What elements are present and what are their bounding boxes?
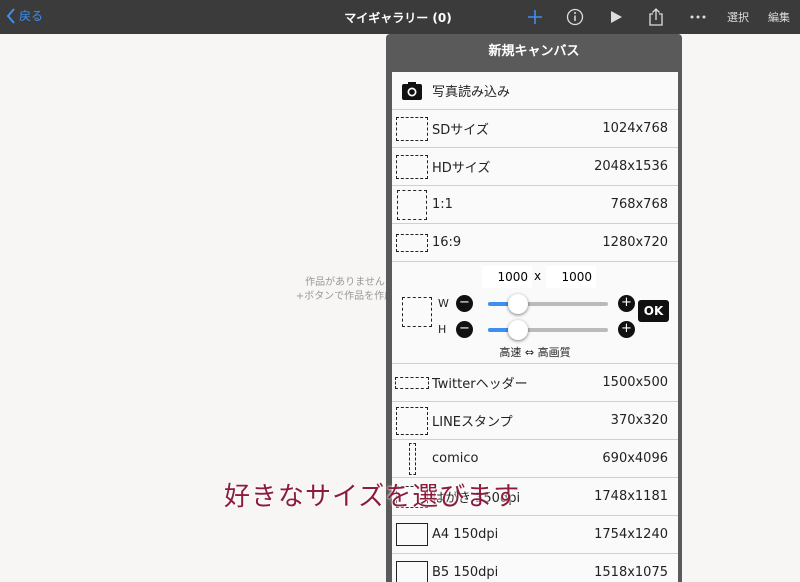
- page-title: マイギャラリー (0): [344, 11, 452, 25]
- height-decrease-button[interactable]: −: [456, 321, 473, 338]
- preset-size: 768x768: [610, 197, 668, 212]
- minus-icon: −: [459, 321, 470, 336]
- select-button[interactable]: 選択: [727, 9, 749, 25]
- preset-size: 370x320: [610, 413, 668, 428]
- preset-row-16-9[interactable]: 16:9 1280x720: [392, 224, 678, 262]
- preset-row-sd[interactable]: SDサイズ 1024x768: [392, 110, 678, 148]
- height-increase-button[interactable]: +: [618, 321, 635, 338]
- canvas-ratio-icon: [397, 189, 427, 220]
- back-button[interactable]: 戻る: [6, 7, 43, 24]
- width-value-field[interactable]: 1000: [482, 266, 532, 288]
- play-icon: [611, 11, 622, 23]
- canvas-ratio-icon: [396, 116, 428, 141]
- preset-size: 1280x720: [602, 235, 668, 250]
- import-photo-row[interactable]: 写真読み込み: [392, 72, 678, 110]
- empty-message-line1: 作品がありません: [305, 277, 385, 288]
- plus-icon: [528, 10, 542, 24]
- size-separator: x: [534, 269, 542, 283]
- more-dots-icon: [690, 15, 706, 19]
- instruction-caption: 好きなサイズを選びます: [224, 482, 521, 512]
- preset-row-hd[interactable]: HDサイズ 2048x1536: [392, 148, 678, 186]
- back-label: 戻る: [19, 9, 44, 23]
- height-slider-knob[interactable]: [508, 320, 528, 340]
- minus-icon: −: [459, 295, 470, 310]
- nav-bar: 戻る マイギャラリー (0) 選択 編集: [0, 0, 800, 34]
- canvas-ratio-icon: [396, 233, 428, 252]
- quality-note: 高速 ⇔ 高画質: [499, 346, 571, 359]
- height-slider[interactable]: [488, 328, 608, 332]
- canvas-ratio-icon: [396, 561, 428, 582]
- canvas-ratio-icon: [396, 523, 428, 546]
- canvas-ratio-icon: [395, 376, 429, 389]
- preset-size: 2048x1536: [594, 159, 668, 174]
- preset-row-line[interactable]: LINEスタンプ 370x320: [392, 402, 678, 440]
- preset-size: 690x4096: [602, 451, 668, 466]
- share-icon: [649, 8, 663, 26]
- canvas-ratio-icon: [408, 442, 416, 475]
- empty-gallery-message: 作品がありません +ボタンで作品を作成: [290, 276, 400, 304]
- preset-row-square[interactable]: 1:1 768x768: [392, 186, 678, 224]
- camera-icon: [402, 81, 422, 100]
- plus-icon: +: [621, 295, 632, 310]
- preset-size: 1748x1181: [594, 489, 668, 504]
- ok-button[interactable]: OK: [638, 300, 669, 322]
- empty-message-line2: +ボタンで作品を作成: [295, 291, 395, 302]
- preset-row-a4[interactable]: A4 150dpi 1754x1240: [392, 516, 678, 554]
- add-button[interactable]: [525, 7, 545, 27]
- plus-icon: +: [621, 321, 632, 336]
- preset-size: 1518x1075: [594, 565, 668, 580]
- height-label: H: [438, 323, 447, 336]
- preset-row-b5[interactable]: B5 150dpi 1518x1075: [392, 554, 678, 582]
- width-slider[interactable]: [488, 302, 608, 306]
- preset-size: 1500x500: [602, 375, 668, 390]
- preset-row-twitter[interactable]: Twitterヘッダー 1500x500: [392, 364, 678, 402]
- canvas-ratio-icon: [396, 406, 428, 435]
- width-label: W: [438, 297, 449, 310]
- chevron-left-icon: [6, 7, 15, 24]
- popover-title: 新規キャンバス: [488, 44, 580, 59]
- custom-size-row: 1000 x 1000 W − + H − + 高速 ⇔ 高画質: [392, 262, 678, 364]
- width-slider-knob[interactable]: [508, 294, 528, 314]
- preset-size: 1754x1240: [594, 527, 668, 542]
- info-icon: [566, 8, 584, 26]
- more-button[interactable]: [688, 7, 708, 27]
- info-button[interactable]: [565, 7, 585, 27]
- import-photo-label: 写真読み込み: [432, 85, 511, 100]
- preset-size: 1024x768: [602, 121, 668, 136]
- width-decrease-button[interactable]: −: [456, 295, 473, 312]
- share-button[interactable]: [646, 7, 666, 27]
- edit-button[interactable]: 編集: [768, 9, 790, 25]
- canvas-ratio-icon: [396, 154, 428, 179]
- width-increase-button[interactable]: +: [618, 295, 635, 312]
- preset-row-comico[interactable]: comico 690x4096: [392, 440, 678, 478]
- canvas-ratio-icon: [402, 297, 432, 327]
- play-button[interactable]: [606, 7, 626, 27]
- height-value-field[interactable]: 1000: [546, 266, 596, 288]
